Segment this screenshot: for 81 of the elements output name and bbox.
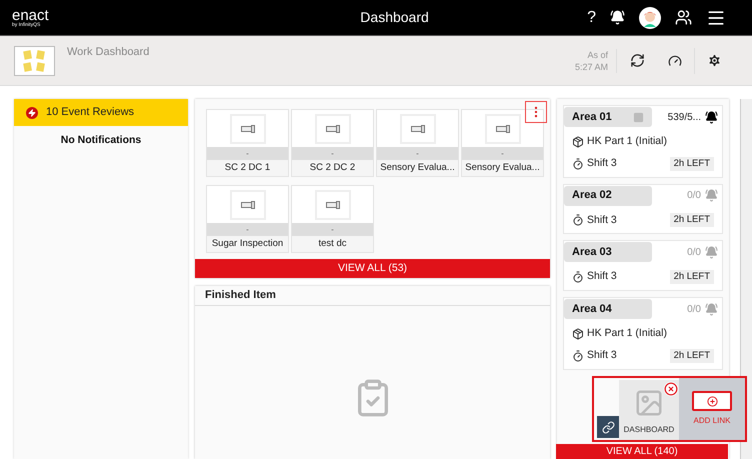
area-card[interactable]: Area 04 0/0 HK Part 1 (Initial) Shift 3 2h LEFT [563,297,723,370]
count-text: 0/0 [687,246,701,260]
status-text: - [462,147,543,160]
shift-timer-icon [572,158,584,170]
as-of-label: As of [587,48,608,60]
area-name: Area 01 [572,110,612,125]
status-text: - [207,147,288,160]
image-icon [634,388,664,418]
tile-label: Sugar Inspection [207,236,288,252]
shift-name: Shift 3 [587,212,617,228]
count-text: 539/5... [668,110,701,124]
status-text: - [292,147,373,160]
bolt-icon [326,124,340,132]
close-icon[interactable] [664,382,678,396]
link-icon [602,420,614,434]
box-icon [572,136,584,148]
time-left: 2h LEFT [670,213,714,228]
count-text: 0/0 [687,189,701,203]
tile-label: Sensory Evalua... [377,160,458,176]
bolt-icon [410,124,424,132]
tile-label: test dc [292,236,373,252]
tile-label: DASHBOARD [624,424,674,436]
area-name: Area 04 [572,302,612,317]
data-collection-tile[interactable]: - SC 2 DC 2 [291,109,374,177]
shift-name: Shift 3 [587,348,617,363]
as-of-time: 5:27 AM [574,60,608,72]
bell-icon[interactable] [610,10,625,25]
data-collection-tile[interactable]: - Sensory Evalua... [376,109,459,177]
tile-label: SC 2 DC 1 [207,160,288,176]
area-card[interactable]: Area 03 0/0 Shift 3 2h LEFT [563,240,723,291]
status-text: - [207,223,288,236]
shift-name: Shift 3 [587,269,617,284]
data-collection-tile[interactable]: - Sensory Evalua... [461,109,544,177]
help-button[interactable]: ? [587,6,596,30]
lightning-icon [26,106,38,118]
card-title: Finished Item [205,288,276,304]
shift-name: Shift 3 [587,156,617,171]
tile-label: Sensory Evalua... [462,160,543,176]
area-card[interactable]: Area 02 0/0 Shift 3 2h LEFT [563,184,723,234]
gauge-icon[interactable] [668,54,682,68]
bolt-icon [326,200,340,208]
add-link-button[interactable] [692,391,732,411]
time-left: 2h LEFT [670,348,714,363]
data-collection-tile[interactable]: - Sugar Inspection [206,185,289,253]
view-all-button[interactable]: VIEW ALL (53) [195,259,550,278]
events-title: 10 Event Reviews [46,105,134,120]
status-text: - [377,147,458,160]
bolt-icon [240,200,254,208]
box-icon [572,328,584,340]
area-card[interactable]: Area 01 539/5... HK Part 1 (Initial) Shift 3 2h LEFT [563,105,723,178]
dashboard-tile[interactable]: DASHBOARD [619,380,679,440]
refresh-icon[interactable] [630,53,645,68]
area-name: Area 02 [572,188,612,204]
bolt-icon [496,124,510,132]
data-collection-tile[interactable]: - test dc [291,185,374,253]
view-all-button[interactable]: VIEW ALL (140) [556,444,728,459]
data-collection-tile[interactable]: - SC 2 DC 1 [206,109,289,177]
area-name: Area 03 [572,245,612,260]
shift-timer-icon [572,350,584,362]
more-button[interactable] [525,101,547,123]
logo-text: enact [12,8,50,22]
avatar-icon[interactable] [639,6,661,28]
plus-icon [706,396,718,406]
part-name: HK Part 1 (Initial) [587,134,667,149]
toolbar-title: Work Dashboard [67,45,150,60]
tile-label: SC 2 DC 2 [292,160,373,176]
part-name: HK Part 1 (Initial) [587,326,667,341]
link-button[interactable] [597,416,619,438]
status-text: - [292,223,373,236]
bolt-icon [240,124,254,132]
settings-icon[interactable] [707,53,722,68]
add-link-label: ADD LINK [694,415,730,427]
notes-icon [14,46,55,76]
count-text: 0/0 [687,302,701,316]
time-left: 2h LEFT [670,156,714,171]
users-icon[interactable] [675,9,692,26]
time-left: 2h LEFT [670,270,714,284]
page-title: Dashboard [359,8,430,27]
empty-message: No Notifications [60,133,142,148]
shift-timer-icon [572,271,584,284]
shift-timer-icon [572,214,584,226]
